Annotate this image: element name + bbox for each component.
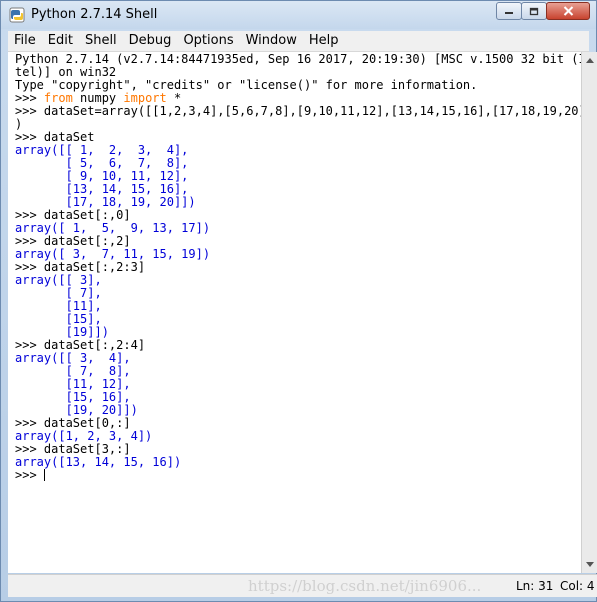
- command-continuation: ): [15, 117, 23, 131]
- idle-shell-window: Python 2.7.14 Shell File Edit Shell Debu…: [0, 0, 597, 602]
- prompt: >>>: [15, 208, 44, 222]
- watermark: https://blog.csdn.net/jin6906...: [248, 577, 482, 595]
- python-idle-icon: [9, 7, 25, 23]
- prompt: >>>: [15, 442, 44, 456]
- minimize-icon: [505, 12, 513, 14]
- command-line: dataSet=array([[1,2,3,4],[5,6,7,8],[9,10…: [43, 104, 581, 118]
- vertical-scrollbar[interactable]: [581, 52, 597, 573]
- banner-line: tel)] on win32: [15, 65, 117, 79]
- maximize-icon: [529, 7, 539, 15]
- text-cursor: [43, 469, 45, 481]
- window-controls: [496, 2, 590, 20]
- menu-file[interactable]: File: [8, 31, 42, 51]
- title-bar[interactable]: Python 2.7.14 Shell: [1, 1, 596, 29]
- close-button[interactable]: [546, 2, 590, 20]
- command-line: dataSet: [43, 130, 95, 144]
- menu-help[interactable]: Help: [303, 31, 345, 51]
- prompt: >>>: [15, 260, 44, 274]
- window-title: Python 2.7.14 Shell: [31, 7, 158, 22]
- scroll-up-arrow-icon[interactable]: [586, 58, 594, 63]
- menu-debug[interactable]: Debug: [123, 31, 178, 51]
- command-line: dataSet[3,:]: [43, 442, 131, 456]
- keyword-import: import: [123, 91, 167, 105]
- command-line: dataSet[:,2]: [43, 234, 131, 248]
- prompt: >>>: [15, 104, 44, 118]
- import-module: numpy: [72, 91, 124, 105]
- command-line: dataSet[:,2:4]: [43, 338, 146, 352]
- menu-edit[interactable]: Edit: [42, 31, 79, 51]
- line-number-indicator: Ln: 31: [516, 579, 554, 593]
- menu-window[interactable]: Window: [240, 31, 303, 51]
- output-block: array([[ 3, 4], [ 7, 8], [11, 12], [15, …: [15, 351, 138, 417]
- menu-options[interactable]: Options: [177, 31, 239, 51]
- output-block: array([ 3, 7, 11, 15, 19]): [15, 247, 211, 261]
- command-line: dataSet[0,:]: [43, 416, 131, 430]
- prompt: >>>: [15, 338, 44, 352]
- status-bar: https://blog.csdn.net/jin6906... Ln: 31 …: [8, 574, 597, 597]
- command-line: dataSet[:,0]: [43, 208, 131, 222]
- output-block: array([[ 3], [ 7], [11], [15], [19]]): [15, 273, 109, 339]
- maximize-button[interactable]: [521, 2, 547, 20]
- scroll-down-arrow-icon[interactable]: [586, 562, 594, 567]
- prompt: >>>: [15, 234, 44, 248]
- prompt: >>>: [15, 130, 44, 144]
- output-block: array([ 1, 5, 9, 13, 17]): [15, 221, 211, 235]
- keyword-from: from: [43, 91, 73, 105]
- output-block: array([13, 14, 15, 16]): [15, 455, 182, 469]
- banner-line: Python 2.7.14 (v2.7.14:84471935ed, Sep 1…: [15, 52, 581, 66]
- command-line: dataSet[:,2:3]: [43, 260, 146, 274]
- output-block: array([[ 1, 2, 3, 4], [ 5, 6, 7, 8], [ 9…: [15, 143, 196, 209]
- menu-bar: File Edit Shell Debug Options Window Hel…: [8, 31, 589, 52]
- column-number-indicator: Col: 4: [560, 579, 595, 593]
- banner-line: Type "copyright", "credits" or "license(…: [15, 78, 478, 92]
- prompt: >>>: [15, 468, 44, 482]
- close-icon: [563, 6, 573, 16]
- menu-shell[interactable]: Shell: [79, 31, 123, 51]
- prompt: >>>: [15, 91, 44, 105]
- prompt: >>>: [15, 416, 44, 430]
- import-rest: *: [166, 91, 182, 105]
- output-block: array([1, 2, 3, 4]): [15, 429, 153, 443]
- shell-text-area[interactable]: Python 2.7.14 (v2.7.14:84471935ed, Sep 1…: [8, 52, 581, 573]
- minimize-button[interactable]: [496, 2, 522, 20]
